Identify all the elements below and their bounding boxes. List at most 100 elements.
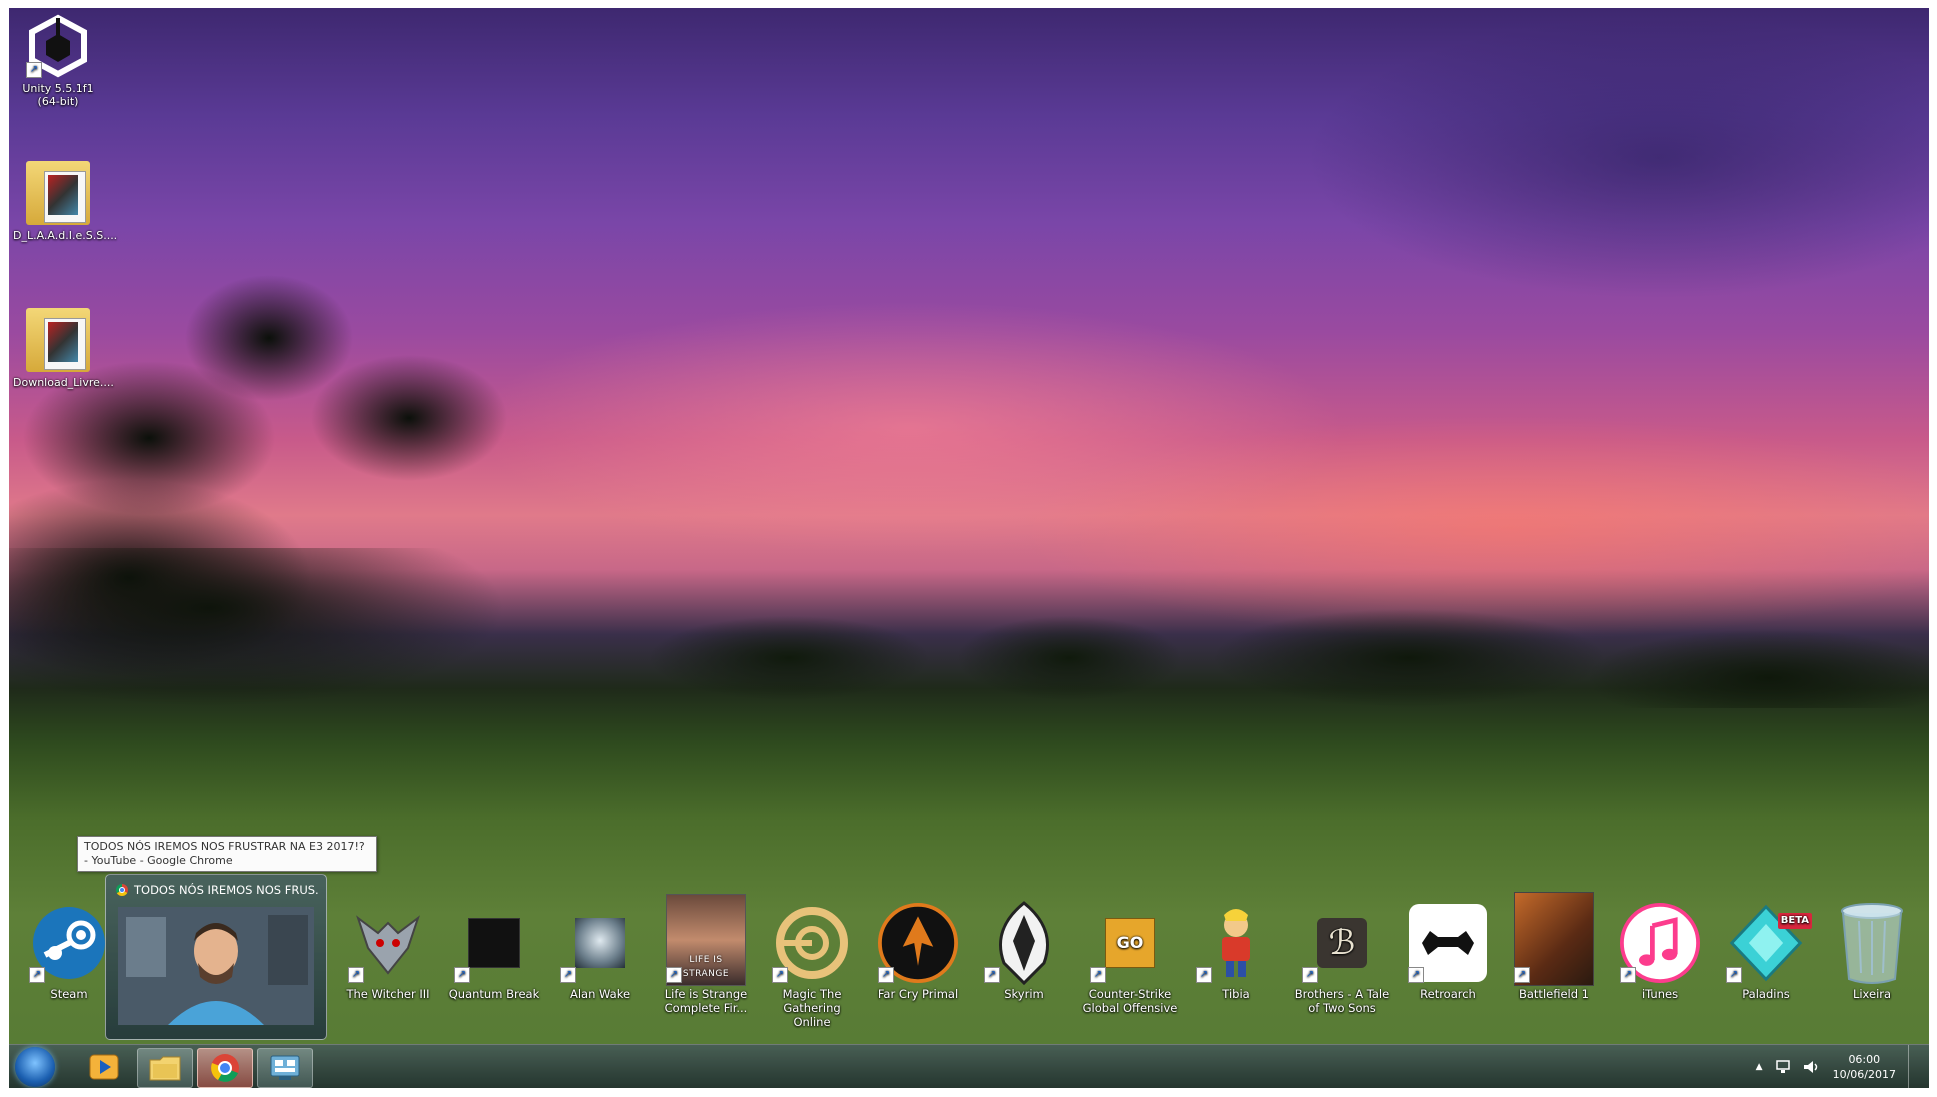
- desktop-icon-life-is-strange[interactable]: LIFE IS STRANGE ↗ Life is Strange Comple…: [658, 894, 754, 1015]
- taskbar-button-control-panel[interactable]: [257, 1048, 313, 1088]
- clock[interactable]: 06:00 10/06/2017: [1833, 1052, 1896, 1082]
- desktop-icon-label: The Witcher III: [346, 987, 430, 1001]
- chrome-icon: [116, 884, 128, 896]
- desktop-icon-far-cry-primal[interactable]: ↗ Far Cry Primal: [870, 903, 966, 1001]
- wallpaper-treeline: [9, 548, 1929, 708]
- shortcut-arrow-icon: ↗: [1302, 967, 1318, 983]
- mtg-online-icon: ↗: [772, 903, 852, 983]
- desktop-icon-label: Skyrim: [1004, 987, 1044, 1001]
- far-cry-primal-icon: ↗: [878, 903, 958, 983]
- desktop-icon-label: D_L.A.A.d.I.e.S.S....: [13, 229, 118, 242]
- desktop[interactable]: ↗ Unity 5.5.1f1 (64-bit) D_L.A.A.d.I.e.S…: [9, 8, 1929, 1088]
- shortcut-arrow-icon: ↗: [454, 967, 470, 983]
- desktop-icon-label: Far Cry Primal: [877, 987, 959, 1001]
- taskbar-button-media-player[interactable]: [77, 1048, 131, 1086]
- desktop-icon-label: Lixeira: [1852, 987, 1892, 1001]
- folder-icon: [26, 308, 90, 372]
- taskbar-button-file-explorer[interactable]: [137, 1048, 193, 1088]
- shortcut-arrow-icon: ↗: [878, 967, 894, 983]
- tibia-icon: ↗: [1196, 903, 1276, 983]
- desktop-icon-label: Life is Strange Complete Fir...: [664, 987, 748, 1015]
- desktop-icon-witcher[interactable]: ↗ The Witcher III: [340, 903, 436, 1001]
- desktop-icon-label: Download_Livre....: [13, 376, 114, 389]
- desktop-icon-label: Alan Wake: [569, 987, 631, 1001]
- desktop-icon-label: Quantum Break: [448, 987, 540, 1001]
- recycle-bin-icon: [1832, 903, 1912, 984]
- shortcut-arrow-icon: ↗: [772, 967, 788, 983]
- preview-thumbnail[interactable]: [118, 907, 314, 1025]
- alan-wake-icon: ↗: [560, 903, 640, 983]
- taskbar-thumbnail-preview[interactable]: TODOS NÓS IREMOS NOS FRUS...: [105, 874, 327, 1040]
- taskbar[interactable]: ▲ 06:00 10/06/2017: [9, 1044, 1929, 1088]
- control-panel-icon: [270, 1055, 300, 1080]
- desktop-icon-itunes[interactable]: ↗ iTunes: [1612, 903, 1708, 1001]
- desktop-icon-label: Paladins: [1742, 987, 1790, 1001]
- media-player-icon: [89, 1054, 119, 1080]
- desktop-icon-label: Counter-Strike Global Offensive: [1082, 987, 1178, 1015]
- desktop-icon-steam[interactable]: ↗ Steam: [21, 903, 117, 1001]
- preview-title: TODOS NÓS IREMOS NOS FRUS...: [134, 883, 318, 897]
- retroarch-icon: ↗: [1408, 903, 1488, 983]
- taskbar-button-chrome[interactable]: [197, 1048, 253, 1088]
- witcher-icon: ↗: [348, 903, 428, 983]
- desktop-icon-mtg-online[interactable]: ↗ Magic The Gathering Online: [764, 903, 860, 1029]
- desktop-icon-label: Battlefield 1: [1518, 987, 1589, 1001]
- csgo-logo-text: GO: [1105, 918, 1155, 968]
- show-desktop-button[interactable]: [1908, 1045, 1919, 1088]
- shortcut-arrow-icon: ↗: [26, 62, 42, 78]
- shortcut-arrow-icon: ↗: [348, 967, 364, 983]
- desktop-icon-label: Unity 5.5.1f1 (64-bit): [22, 82, 94, 108]
- life-is-strange-icon: LIFE IS STRANGE ↗: [666, 894, 746, 986]
- clock-date: 10/06/2017: [1832, 1068, 1896, 1081]
- shortcut-arrow-icon: ↗: [1090, 967, 1106, 983]
- shortcut-arrow-icon: ↗: [1514, 967, 1530, 983]
- desktop-icon-tibia[interactable]: ↗ Tibia: [1188, 903, 1284, 1001]
- unity-icon: ↗: [26, 14, 90, 78]
- skyrim-icon: ↗: [984, 901, 1064, 985]
- shortcut-arrow-icon: ↗: [1620, 967, 1636, 983]
- start-button[interactable]: [15, 1047, 55, 1087]
- desktop-icon-paladins[interactable]: BETA ↗ Paladins: [1718, 903, 1814, 1001]
- shortcut-arrow-icon: ↗: [666, 967, 682, 983]
- shortcut-arrow-icon: ↗: [984, 967, 1000, 983]
- shortcut-arrow-icon: ↗: [29, 967, 45, 983]
- desktop-icon-label: Tibia: [1222, 987, 1250, 1001]
- desktop-icon-label: iTunes: [1641, 987, 1679, 1001]
- steam-icon: ↗: [29, 903, 109, 983]
- paladins-icon: BETA ↗: [1726, 903, 1812, 983]
- desktop-icon-label: Retroarch: [1420, 987, 1476, 1001]
- desktop-icon-unity[interactable]: ↗ Unity 5.5.1f1 (64-bit): [13, 14, 103, 108]
- desktop-icon-label: Brothers - A Tale of Two Sons: [1294, 987, 1390, 1015]
- folder-icon: [26, 161, 90, 225]
- shortcut-arrow-icon: ↗: [1408, 967, 1424, 983]
- paladins-beta-badge: BETA: [1777, 913, 1812, 929]
- quantum-break-icon: ↗: [454, 903, 534, 983]
- desktop-icon-recycle-bin[interactable]: Lixeira: [1824, 903, 1920, 1001]
- network-icon[interactable]: [1775, 1060, 1791, 1074]
- chrome-icon: [211, 1054, 239, 1082]
- volume-icon[interactable]: [1803, 1060, 1821, 1074]
- shortcut-arrow-icon: ↗: [560, 967, 576, 983]
- shortcut-arrow-icon: ↗: [1196, 967, 1212, 983]
- desktop-icon-retroarch[interactable]: ↗ Retroarch: [1400, 903, 1496, 1001]
- itunes-icon: ↗: [1620, 903, 1700, 983]
- desktop-icon-folder-download[interactable]: Download_Livre....: [13, 308, 114, 389]
- desktop-icon-alan-wake[interactable]: ↗ Alan Wake: [552, 903, 648, 1001]
- desktop-icon-csgo[interactable]: GO ↗ Counter-Strike Global Offensive: [1082, 903, 1178, 1015]
- desktop-icon-skyrim[interactable]: ↗ Skyrim: [976, 901, 1072, 1001]
- desktop-icon-brothers[interactable]: ℬ ↗ Brothers - A Tale of Two Sons: [1294, 903, 1390, 1015]
- taskbar-tooltip: TODOS NÓS IREMOS NOS FRUSTRAR NA E3 2017…: [77, 836, 377, 872]
- brothers-icon: ℬ ↗: [1302, 903, 1382, 983]
- desktop-icon-label: Magic The Gathering Online: [782, 987, 842, 1029]
- clock-time: 06:00: [1848, 1053, 1881, 1066]
- desktop-icon-label: Steam: [50, 987, 88, 1001]
- battlefield-icon: ↗: [1514, 892, 1594, 986]
- desktop-icon-folder-dlaa[interactable]: D_L.A.A.d.I.e.S.S....: [13, 161, 118, 242]
- shortcut-arrow-icon: ↗: [1726, 967, 1742, 983]
- desktop-icon-quantum-break[interactable]: ↗ Quantum Break: [446, 903, 542, 1001]
- tray-expand-arrow-icon[interactable]: ▲: [1756, 1062, 1763, 1072]
- file-explorer-icon: [149, 1056, 181, 1081]
- system-tray: ▲ 06:00 10/06/2017: [1756, 1045, 1919, 1088]
- desktop-icon-battlefield[interactable]: ↗ Battlefield 1: [1506, 892, 1602, 1001]
- csgo-icon: GO ↗: [1090, 903, 1170, 983]
